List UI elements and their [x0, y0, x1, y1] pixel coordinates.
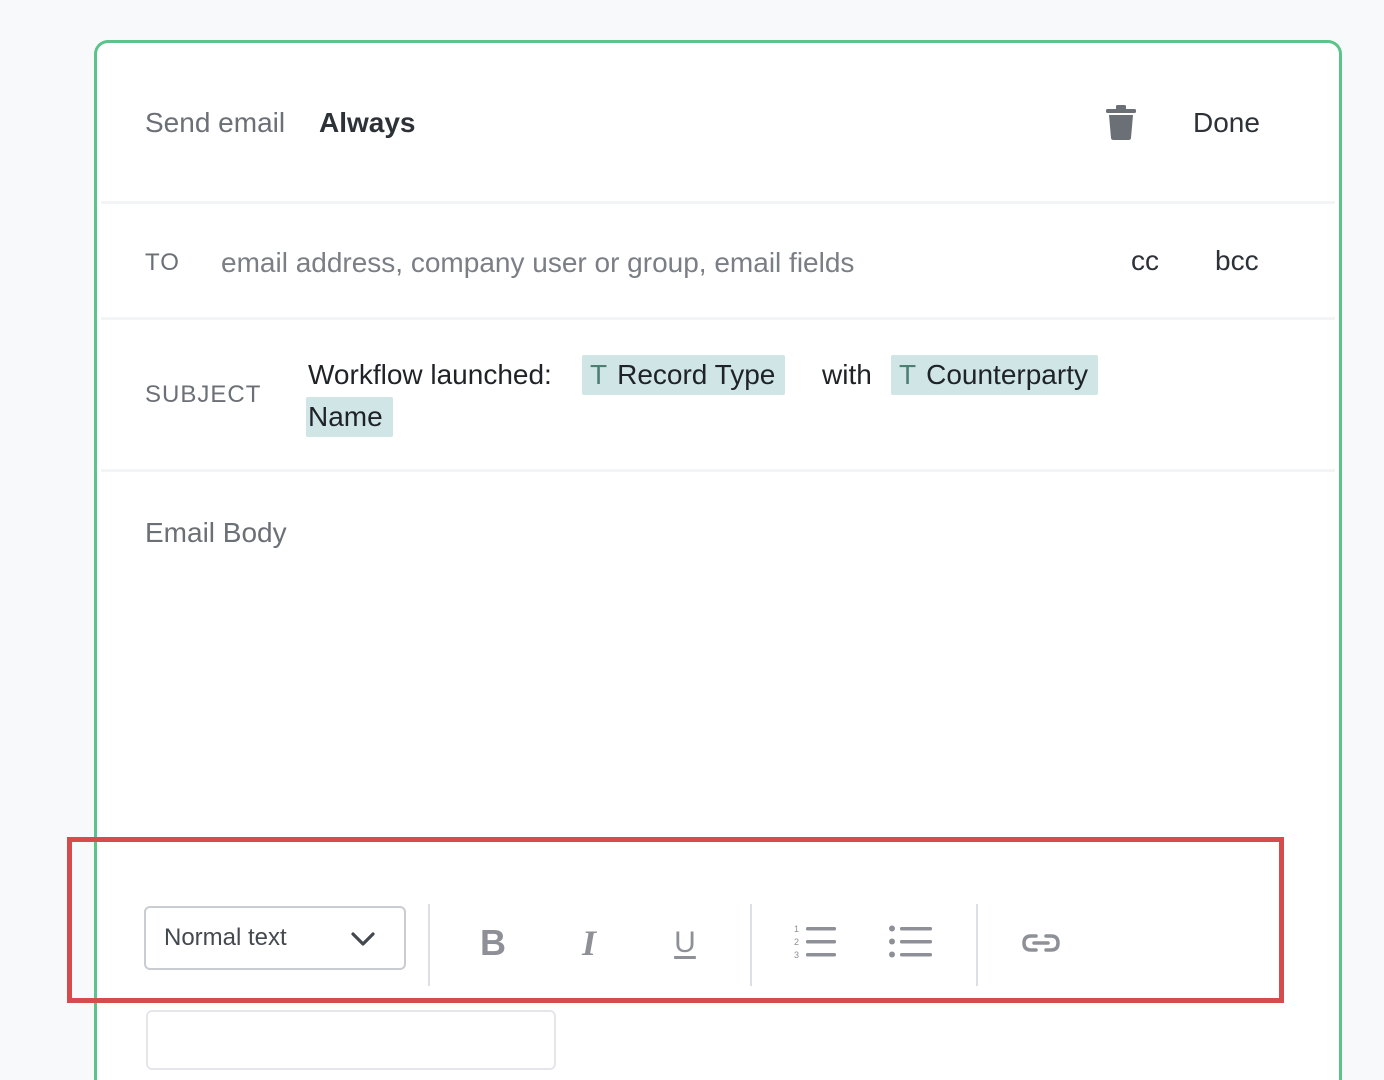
ordered-list-icon: 1 2 3 [794, 924, 836, 960]
subject-token-counterparty-name-wrap[interactable]: Name [306, 397, 393, 437]
toolbar-separator [750, 904, 752, 986]
underline-icon: U [674, 926, 696, 959]
toolbar-separator [976, 904, 978, 986]
done-button[interactable]: Done [1193, 107, 1260, 139]
token-label: Record Type [617, 359, 776, 390]
bullet-list-button[interactable] [886, 918, 936, 968]
subject-prefix-text[interactable]: Workflow launched: [308, 355, 552, 395]
bcc-button[interactable]: bcc [1215, 245, 1259, 277]
text-style-value: Normal text [164, 924, 287, 951]
text-field-icon: T [590, 359, 608, 390]
italic-icon: I [581, 923, 596, 963]
divider [101, 317, 1335, 320]
text-style-dropdown-panel [146, 1010, 556, 1070]
email-body-editor[interactable]: Email Body [145, 517, 287, 549]
send-condition-value[interactable]: Always [319, 107, 416, 139]
underline-button[interactable]: U [660, 918, 710, 968]
send-email-label: Send email [145, 107, 286, 138]
ordered-list-button[interactable]: 1 2 3 [790, 918, 840, 968]
to-recipients-input[interactable] [221, 241, 1101, 285]
subject-token-counterparty-name[interactable]: T Counterparty [891, 355, 1098, 395]
bullet-list-icon [889, 925, 932, 958]
to-label: TO [145, 249, 180, 276]
divider [101, 201, 1335, 204]
svg-text:2: 2 [794, 937, 799, 947]
subject-token-record-type[interactable]: T Record Type [582, 355, 786, 395]
text-field-icon: T [899, 359, 917, 390]
svg-text:1: 1 [794, 924, 799, 934]
subject-label: SUBJECT [145, 381, 262, 408]
cc-button[interactable]: cc [1131, 245, 1159, 277]
toolbar-separator [428, 904, 430, 986]
chevron-down-icon [351, 932, 375, 946]
svg-text:3: 3 [794, 950, 799, 960]
token-label: Counterparty [926, 359, 1088, 390]
italic-button[interactable]: I [564, 918, 614, 968]
divider [101, 469, 1335, 472]
text-style-select[interactable]: Normal text [144, 906, 406, 970]
bold-button[interactable]: B [468, 918, 518, 968]
subject-middle-text[interactable]: with [822, 355, 872, 395]
link-button[interactable] [1016, 918, 1066, 968]
link-icon [1022, 934, 1060, 952]
bold-icon: B [480, 922, 506, 963]
trash-icon[interactable] [1105, 105, 1137, 141]
